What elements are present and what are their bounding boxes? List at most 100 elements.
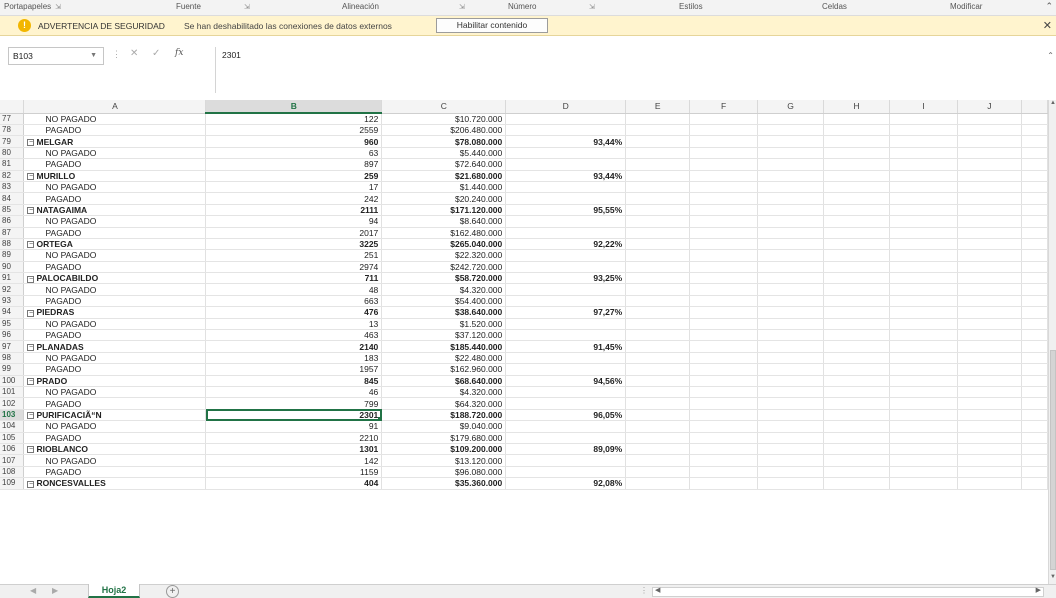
vertical-scrollbar[interactable]: ▲ ▼ [1048, 100, 1056, 584]
cell-e[interactable] [625, 169, 691, 182]
cell-j[interactable] [957, 215, 1022, 228]
cell-i[interactable] [889, 329, 958, 342]
cell-i[interactable] [889, 386, 958, 399]
cell-b[interactable]: 663 [205, 295, 383, 308]
collapse-group-icon[interactable]: − [27, 275, 35, 283]
cell-h[interactable] [823, 181, 890, 194]
cell-b[interactable]: 476 [205, 306, 383, 319]
name-box[interactable]: B103 ▼ [8, 47, 104, 65]
cell-g[interactable] [757, 124, 825, 137]
cell-e[interactable] [625, 352, 691, 365]
collapse-ribbon-icon[interactable]: ⌃ [1045, 1, 1053, 12]
cell-k[interactable] [1021, 147, 1048, 160]
cell-h[interactable] [823, 397, 890, 410]
tab-split-handle-icon[interactable]: ⋮ [640, 586, 648, 595]
cell-j[interactable] [957, 397, 1022, 410]
dialog-launcher-icon[interactable]: ⇲ [244, 4, 250, 11]
cell-k[interactable] [1021, 386, 1048, 399]
cell-f[interactable] [689, 283, 759, 296]
cell-e[interactable] [625, 454, 691, 467]
cell-k[interactable] [1021, 237, 1048, 251]
cell-e[interactable] [625, 318, 691, 331]
cell-k[interactable] [1021, 420, 1048, 433]
cell-i[interactable] [889, 147, 958, 160]
row-header[interactable]: 82 [0, 170, 25, 182]
cell-b[interactable]: 13 [205, 318, 383, 331]
cell-h[interactable] [823, 261, 890, 274]
cell-b[interactable]: 799 [205, 397, 383, 410]
cell-g[interactable] [757, 169, 825, 182]
cell-c[interactable]: $68.640.000 [381, 374, 507, 388]
cell-e[interactable] [625, 124, 691, 137]
cell-f[interactable] [689, 124, 759, 137]
cell-b[interactable]: 711 [205, 272, 383, 285]
cell-f[interactable] [689, 420, 759, 433]
cell-b[interactable]: 2210 [205, 432, 383, 444]
cell-a[interactable]: − PIEDRAS [23, 306, 207, 319]
scroll-thumb[interactable] [1050, 350, 1056, 570]
cell-g[interactable] [757, 466, 825, 479]
formula-input[interactable]: 2301 [215, 47, 1045, 93]
cell-i[interactable] [889, 420, 958, 433]
cell-a[interactable]: NO PAGADO [23, 113, 207, 125]
cell-h[interactable] [823, 442, 890, 456]
cell-j[interactable] [957, 283, 1022, 296]
cell-i[interactable] [889, 261, 958, 274]
cell-f[interactable] [689, 306, 759, 319]
cell-i[interactable] [889, 352, 958, 365]
cell-f[interactable] [689, 329, 759, 342]
cell-k[interactable] [1021, 340, 1048, 353]
cell-b[interactable]: 183 [205, 352, 383, 365]
row-header[interactable]: 86 [0, 215, 25, 228]
cell-h[interactable] [823, 454, 890, 467]
cell-d[interactable]: 93,44% [505, 169, 627, 182]
cell-f[interactable] [689, 158, 759, 171]
cell-e[interactable] [625, 249, 691, 262]
cell-b[interactable]: 2974 [205, 261, 383, 274]
cell-g[interactable] [757, 237, 825, 251]
close-icon[interactable]: ✕ [1043, 19, 1052, 32]
cell-c[interactable]: $20.240.000 [381, 192, 507, 205]
cell-j[interactable] [957, 135, 1022, 148]
cell-j[interactable] [957, 158, 1022, 171]
cell-e[interactable] [625, 374, 691, 388]
cell-i[interactable] [889, 283, 958, 296]
cell-e[interactable] [625, 192, 691, 205]
collapse-group-icon[interactable]: − [27, 343, 35, 351]
dialog-launcher-icon[interactable]: ⇲ [55, 4, 61, 11]
cell-a[interactable]: NO PAGADO [23, 352, 207, 365]
row-header[interactable]: 87 [0, 227, 25, 239]
cell-h[interactable] [823, 249, 890, 262]
cell-k[interactable] [1021, 283, 1048, 296]
cell-h[interactable] [823, 306, 890, 319]
cell-b[interactable]: 251 [205, 249, 383, 262]
cell-g[interactable] [757, 147, 825, 160]
cell-d[interactable]: 97,27% [505, 306, 627, 319]
cell-c[interactable]: $8.640.000 [381, 215, 507, 228]
cell-e[interactable] [625, 408, 691, 422]
cell-d[interactable] [505, 181, 627, 194]
cell-k[interactable] [1021, 466, 1048, 479]
cell-c[interactable]: $265.040.000 [381, 237, 507, 251]
column-header-i[interactable]: I [889, 100, 958, 114]
column-header-a[interactable]: A [23, 100, 207, 114]
cell-c[interactable]: $64.320.000 [381, 397, 507, 410]
cell-k[interactable] [1021, 227, 1048, 239]
cell-i[interactable] [889, 272, 958, 285]
cell-i[interactable] [889, 397, 958, 410]
cell-h[interactable] [823, 169, 890, 182]
cell-d[interactable]: 93,44% [505, 135, 627, 148]
cell-h[interactable] [823, 147, 890, 160]
row-header[interactable]: 107 [0, 454, 25, 467]
collapse-group-icon[interactable]: − [27, 480, 35, 488]
cell-g[interactable] [757, 442, 825, 456]
cell-i[interactable] [889, 442, 958, 456]
cell-f[interactable] [689, 397, 759, 410]
cell-i[interactable] [889, 249, 958, 262]
cell-a[interactable]: PAGADO [23, 295, 207, 308]
cell-d[interactable] [505, 454, 627, 467]
cell-f[interactable] [689, 272, 759, 285]
row-header[interactable]: 106 [0, 443, 25, 456]
scroll-down-icon[interactable]: ▼ [1049, 574, 1056, 584]
cell-c[interactable]: $162.960.000 [381, 363, 507, 376]
